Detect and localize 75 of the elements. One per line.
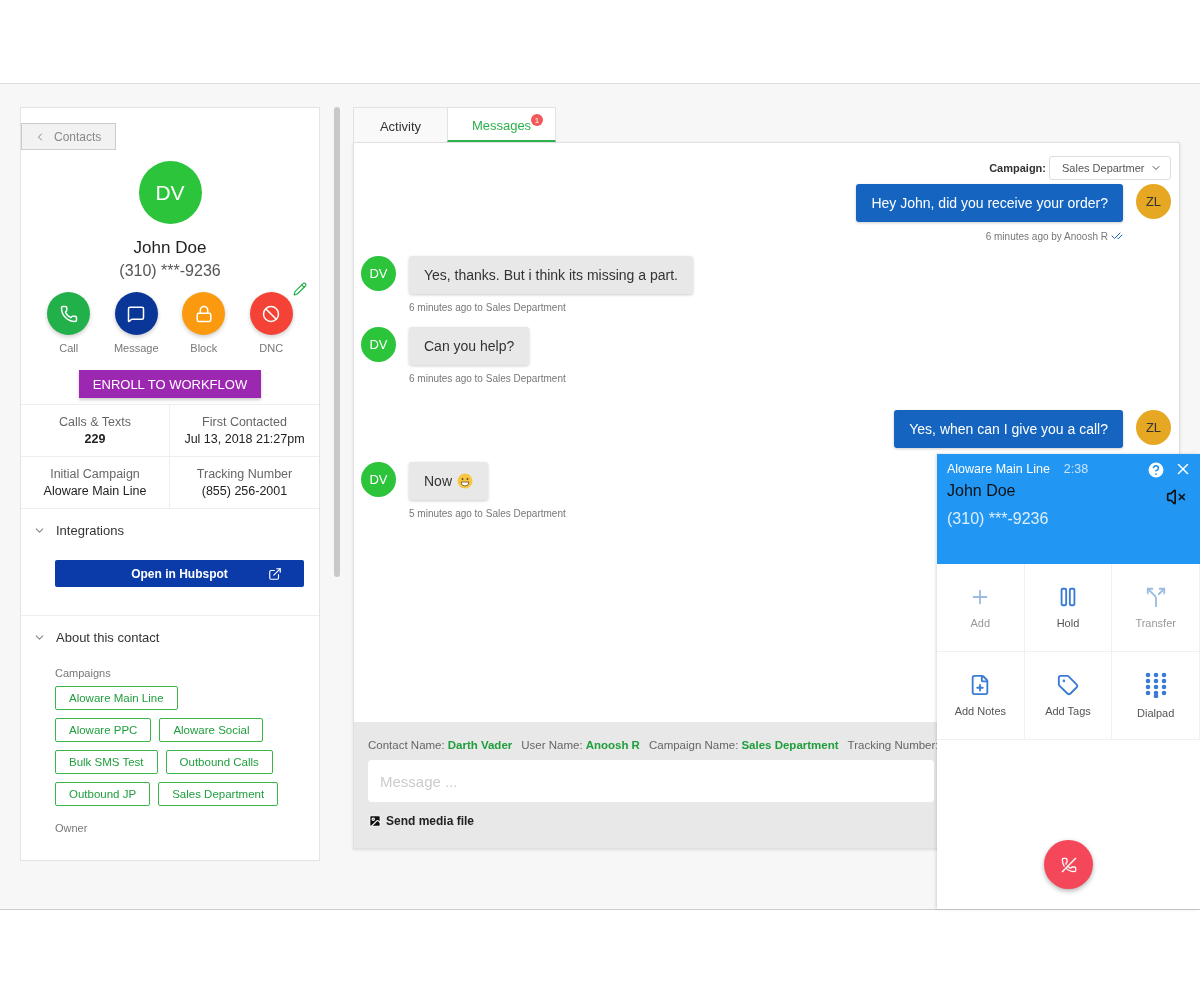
speaker-muted-icon: [1166, 487, 1186, 507]
edit-button[interactable]: [293, 282, 307, 296]
hold-button[interactable]: Hold: [1024, 564, 1113, 652]
message-bubble: Now: [409, 462, 488, 500]
smiley-icon: [457, 473, 473, 489]
user-avatar: ZL: [1136, 410, 1171, 445]
stat-label: Calls & Texts: [59, 415, 131, 429]
stat-value: Jul 13, 2018 21:27pm: [184, 432, 305, 446]
user-avatar: ZL: [1136, 184, 1171, 219]
dialpad-button[interactable]: Dialpad: [1112, 652, 1200, 740]
mute-button[interactable]: [1166, 487, 1186, 507]
user-avatar: DV: [361, 462, 396, 497]
phone-icon: [59, 304, 78, 323]
enroll-button[interactable]: ENROLL TO WORKFLOW: [78, 370, 262, 398]
message-meta: 6 minutes ago by Anoosh R: [985, 230, 1108, 242]
call-duration: 2:38: [1063, 462, 1089, 476]
help-icon: [1146, 460, 1166, 480]
tag-icon: [1057, 674, 1079, 696]
dialpad-icon: [1144, 672, 1167, 698]
call-line: Aloware Main Line: [947, 462, 1050, 476]
message-meta: 6 minutes ago to Sales Department: [409, 373, 566, 384]
stat-label: First Contacted: [202, 415, 287, 429]
stat-value: Aloware Main Line: [43, 484, 147, 498]
campaign-tag: Outbound Calls: [165, 750, 273, 774]
composer-info: User Name: Anoosh R: [521, 739, 640, 751]
contact-phone: (310) ***-9236: [119, 262, 221, 280]
read-receipt-icon: [1111, 230, 1123, 242]
send-media-button[interactable]: Send media file: [368, 814, 475, 828]
composer-info: Tracking Number:: [847, 739, 939, 751]
campaign-tag: Aloware Social: [159, 718, 264, 742]
message-bubble: Can you help?: [409, 327, 530, 365]
field-label: Campaigns: [54, 666, 112, 679]
lock-icon: [194, 304, 213, 323]
user-avatar: DV: [361, 256, 396, 291]
transfer-icon: [1144, 586, 1167, 608]
add-tags-button[interactable]: Add Tags: [1024, 652, 1113, 740]
campaign-tag: Aloware Main Line: [55, 686, 178, 710]
campaign-tag: Bulk SMS Test: [55, 750, 158, 774]
caller-phone: (310) ***-9236: [947, 510, 1050, 528]
help-button[interactable]: [1146, 460, 1166, 480]
stat-label: Tracking Number: [196, 467, 293, 481]
chat-icon: [127, 304, 146, 323]
contact-avatar: DV: [138, 161, 202, 224]
hubspot-button[interactable]: Open in Hubspot: [55, 560, 304, 587]
stat-value: (855) 256-2001: [201, 484, 288, 498]
count-badge: 1: [531, 114, 543, 126]
campaign-tag: Aloware PPC: [55, 718, 152, 742]
stat-label: Initial Campaign: [50, 467, 140, 481]
message-bubble: Yes, thanks. But i think its missing a part.: [409, 256, 693, 294]
stat-value: 229: [84, 432, 106, 446]
add-notes-button[interactable]: Add Notes: [937, 652, 1025, 740]
composer-info: Contact Name: Darth Vader: [368, 739, 513, 751]
ban-icon: [262, 304, 281, 323]
campaign-select[interactable]: Sales Departmer: [1049, 156, 1171, 180]
message-meta: 6 minutes ago to Sales Department: [409, 302, 566, 313]
campaign-label: Campaign:: [989, 162, 1046, 174]
pencil-icon: [293, 282, 307, 296]
user-avatar: DV: [361, 327, 396, 362]
field-label: Owner: [54, 821, 89, 834]
message-meta: 5 minutes ago to Sales Department: [409, 508, 566, 519]
composer-info: Campaign Name: Sales Department: [648, 739, 839, 751]
message-bubble: Yes, when can I give you a call?: [894, 410, 1123, 448]
campaign-tag: Outbound JP: [55, 782, 151, 806]
contact-name: John Doe: [133, 238, 207, 258]
caller-name: John Doe: [947, 482, 1016, 500]
campaign-tag: Sales Department: [158, 782, 279, 806]
hang-up-button[interactable]: [1044, 840, 1093, 889]
image-icon: [368, 814, 382, 828]
message-bubble: Hey John, did you receive your order?: [856, 184, 1123, 222]
external-link-icon: [268, 566, 282, 581]
tab[interactable]: Activity: [353, 107, 448, 142]
section-header[interactable]: About this contact: [21, 616, 319, 645]
scrollbar-thumb[interactable]: [333, 107, 340, 577]
section-header[interactable]: Integrations: [21, 509, 319, 538]
phone-hangup-icon: [1060, 856, 1077, 873]
